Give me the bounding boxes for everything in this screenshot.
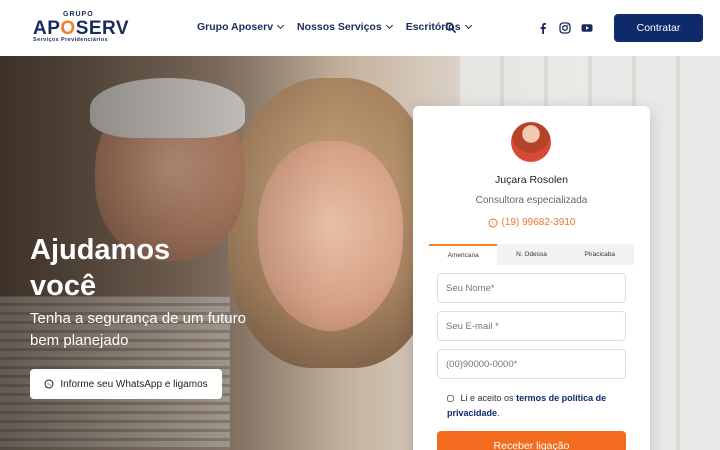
main-nav: Grupo Aposerv Nossos Serviços Escritório… <box>197 21 472 33</box>
whatsapp-callback-label: Informe seu WhatsApp e ligamos <box>60 378 208 390</box>
site-header: GRUPO APOSERV Serviços Previdenciários G… <box>0 0 720 56</box>
social-links <box>537 21 593 34</box>
tab-piracicaba[interactable]: Piracicaba <box>566 244 634 265</box>
whatsapp-callback-button[interactable]: Informe seu WhatsApp e ligamos <box>30 369 222 399</box>
agent-role: Consultora especializada <box>475 195 588 206</box>
privacy-consent: Li e aceito os termos de política de pri… <box>447 391 627 421</box>
name-input[interactable] <box>437 273 626 303</box>
whatsapp-icon <box>488 218 497 227</box>
agent-name: Juçara Rosolen <box>495 174 568 186</box>
chevron-down-icon <box>277 21 285 30</box>
agent-phone-number: (19) 99682-3910 <box>501 217 576 228</box>
agent-phone-link[interactable]: (19) 99682-3910 <box>413 217 650 228</box>
chevron-down-icon <box>385 21 393 30</box>
contratar-button[interactable]: Contratar <box>614 14 703 42</box>
privacy-checkbox[interactable] <box>447 395 454 403</box>
tab-americana[interactable]: Americana <box>429 244 498 265</box>
consent-text: Li e aceito os <box>460 393 514 403</box>
logo-grupo-text: GRUPO <box>63 11 94 18</box>
aposerv-logo[interactable]: GRUPO APOSERV Serviços Previdenciários <box>33 11 129 45</box>
contact-card: Juçara Rosolen Consultora especializada … <box>413 106 650 450</box>
office-tabs: Americana N. Odessa Piracicaba <box>429 244 634 265</box>
email-input[interactable] <box>437 311 626 341</box>
logo-part-a: AP <box>33 18 61 39</box>
nav-item-nossos-servicos[interactable]: Nossos Serviços <box>297 21 393 33</box>
tab-n-odessa[interactable]: N. Odessa <box>497 244 565 265</box>
hero-title: Ajudamos você <box>30 234 171 302</box>
chevron-down-icon <box>464 21 472 30</box>
consent-end: . <box>497 408 500 418</box>
hero-subtitle: Tenha a segurança de um futuro bem plane… <box>30 310 246 349</box>
agent-avatar <box>511 122 551 162</box>
youtube-icon[interactable] <box>581 21 593 33</box>
logo-part-b: SERV <box>75 18 130 39</box>
submit-callback-button[interactable]: Receber ligação <box>437 431 626 450</box>
nav-item-grupo-aposerv[interactable]: Grupo Aposerv <box>197 21 285 33</box>
instagram-icon[interactable] <box>559 21 571 34</box>
search-icon[interactable] <box>445 22 456 33</box>
phone-input[interactable] <box>437 349 626 379</box>
facebook-icon[interactable] <box>537 21 549 34</box>
nav-label: Nossos Serviços <box>297 21 382 33</box>
logo-part-o: O <box>60 18 76 39</box>
nav-label: Grupo Aposerv <box>197 21 274 33</box>
nav-item-escritorios[interactable]: Escritórios <box>406 21 472 33</box>
whatsapp-icon <box>44 379 54 389</box>
logo-subtitle: Serviços Previdenciários <box>33 37 109 43</box>
